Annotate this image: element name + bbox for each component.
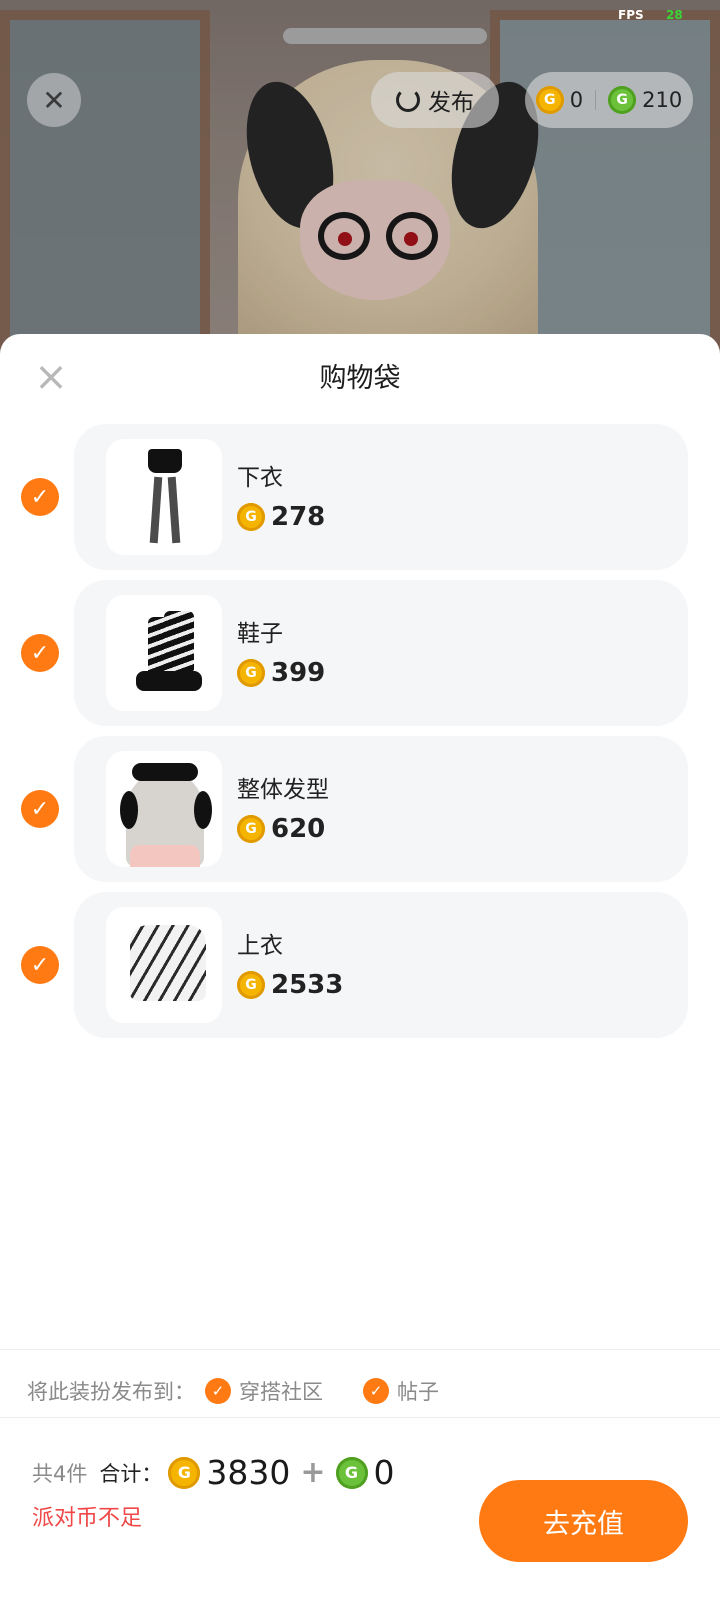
gold-coin-icon: G bbox=[237, 815, 265, 843]
option-label: 帖子 bbox=[397, 1380, 439, 1404]
green-coin-icon: G bbox=[608, 86, 637, 114]
gold-balance: 0 bbox=[569, 88, 584, 112]
item-thumbnail bbox=[106, 751, 222, 867]
hair-bow-graphic bbox=[194, 791, 212, 829]
gold-coin-icon: G bbox=[168, 1456, 201, 1489]
publish-label: 发布 bbox=[428, 90, 474, 116]
sheet-title: 购物袋 bbox=[319, 363, 401, 394]
order-total: 共4件 合计： G 3830 + G 0 bbox=[32, 1453, 395, 1492]
item-name: 整体发型 bbox=[237, 777, 329, 803]
publish-button[interactable]: 发布 bbox=[371, 72, 499, 128]
item-checkbox[interactable]: ✓ bbox=[21, 946, 59, 984]
balance-divider bbox=[595, 90, 597, 110]
item-name: 上衣 bbox=[237, 933, 283, 959]
divider bbox=[0, 1417, 720, 1418]
divider bbox=[0, 1349, 720, 1350]
recharge-button[interactable]: 去充值 bbox=[479, 1480, 688, 1562]
price-value: 399 bbox=[271, 658, 326, 688]
publish-to-row: 将此装扮发布到： ✓ 穿搭社区 ✓ 帖子 bbox=[27, 1371, 439, 1411]
boot-graphic bbox=[164, 611, 194, 675]
cart-item[interactable]: ✓ 鞋子 G 399 bbox=[0, 580, 720, 726]
plus-sign: + bbox=[300, 1455, 326, 1490]
price-value: 278 bbox=[271, 502, 326, 532]
close-icon: ✕ bbox=[42, 83, 66, 117]
gold-coin-icon: G bbox=[237, 971, 265, 999]
item-thumbnail bbox=[106, 595, 222, 711]
gold-coin-icon: G bbox=[237, 659, 265, 687]
item-price: G 620 bbox=[237, 814, 325, 844]
checkbox-checked-icon: ✓ bbox=[363, 1378, 389, 1404]
price-value: 620 bbox=[271, 814, 326, 844]
price-value: 2533 bbox=[271, 970, 344, 1000]
avatar-preview bbox=[0, 0, 720, 360]
item-checkbox[interactable]: ✓ bbox=[21, 634, 59, 672]
publish-icon bbox=[396, 88, 420, 112]
headband-graphic bbox=[132, 763, 198, 781]
item-card[interactable]: 上衣 G 2533 bbox=[74, 892, 688, 1038]
item-thumbnail bbox=[106, 907, 222, 1023]
cart-item[interactable]: ✓ 下衣 G 278 bbox=[0, 424, 720, 570]
publish-option-post[interactable]: ✓ 帖子 bbox=[363, 1376, 439, 1406]
cart-item[interactable]: ✓ 上衣 G 2533 bbox=[0, 892, 720, 1038]
item-name: 下衣 bbox=[237, 465, 283, 491]
green-balance: 210 bbox=[642, 88, 683, 112]
item-price: G 278 bbox=[237, 502, 325, 532]
item-checkbox[interactable]: ✓ bbox=[21, 478, 59, 516]
item-card[interactable]: 鞋子 G 399 bbox=[74, 580, 688, 726]
gold-coin-icon: G bbox=[237, 503, 265, 531]
boot-sole-graphic bbox=[136, 671, 202, 691]
item-checkbox[interactable]: ✓ bbox=[21, 790, 59, 828]
stocking-graphic bbox=[149, 476, 163, 544]
option-label: 穿搭社区 bbox=[239, 1380, 323, 1404]
total-label: 合计： bbox=[99, 1461, 163, 1486]
shoulder-graphic bbox=[130, 845, 200, 867]
publish-option-community[interactable]: ✓ 穿搭社区 bbox=[205, 1376, 323, 1406]
skirt-graphic bbox=[148, 449, 182, 473]
item-name: 鞋子 bbox=[237, 621, 283, 647]
fps-value: 28 bbox=[666, 8, 683, 22]
close-button[interactable]: ✕ bbox=[27, 73, 81, 127]
item-thumbnail bbox=[106, 439, 222, 555]
insufficient-funds-warning: 派对币不足 bbox=[32, 1506, 143, 1531]
gold-total: 3830 bbox=[206, 1453, 291, 1492]
item-card[interactable]: 下衣 G 278 bbox=[74, 424, 688, 570]
gold-coin-icon: G bbox=[535, 86, 564, 114]
checkbox-checked-icon: ✓ bbox=[205, 1378, 231, 1404]
cart-item[interactable]: ✓ 整体发型 G 620 bbox=[0, 736, 720, 882]
currency-balance[interactable]: G 0 G 210 bbox=[525, 72, 693, 128]
publish-to-label: 将此装扮发布到： bbox=[27, 1380, 195, 1404]
hair-bow-graphic bbox=[120, 791, 138, 829]
item-price: G 399 bbox=[237, 658, 325, 688]
item-count: 共4件 bbox=[32, 1461, 88, 1486]
scene-overlay bbox=[0, 0, 720, 360]
green-coin-icon: G bbox=[335, 1456, 368, 1489]
green-total: 0 bbox=[373, 1453, 395, 1492]
fps-label: FPS bbox=[618, 8, 644, 22]
item-price: G 2533 bbox=[237, 970, 343, 1000]
stocking-graphic bbox=[167, 476, 181, 544]
item-card[interactable]: 整体发型 G 620 bbox=[74, 736, 688, 882]
top-garment-graphic bbox=[130, 925, 206, 1001]
